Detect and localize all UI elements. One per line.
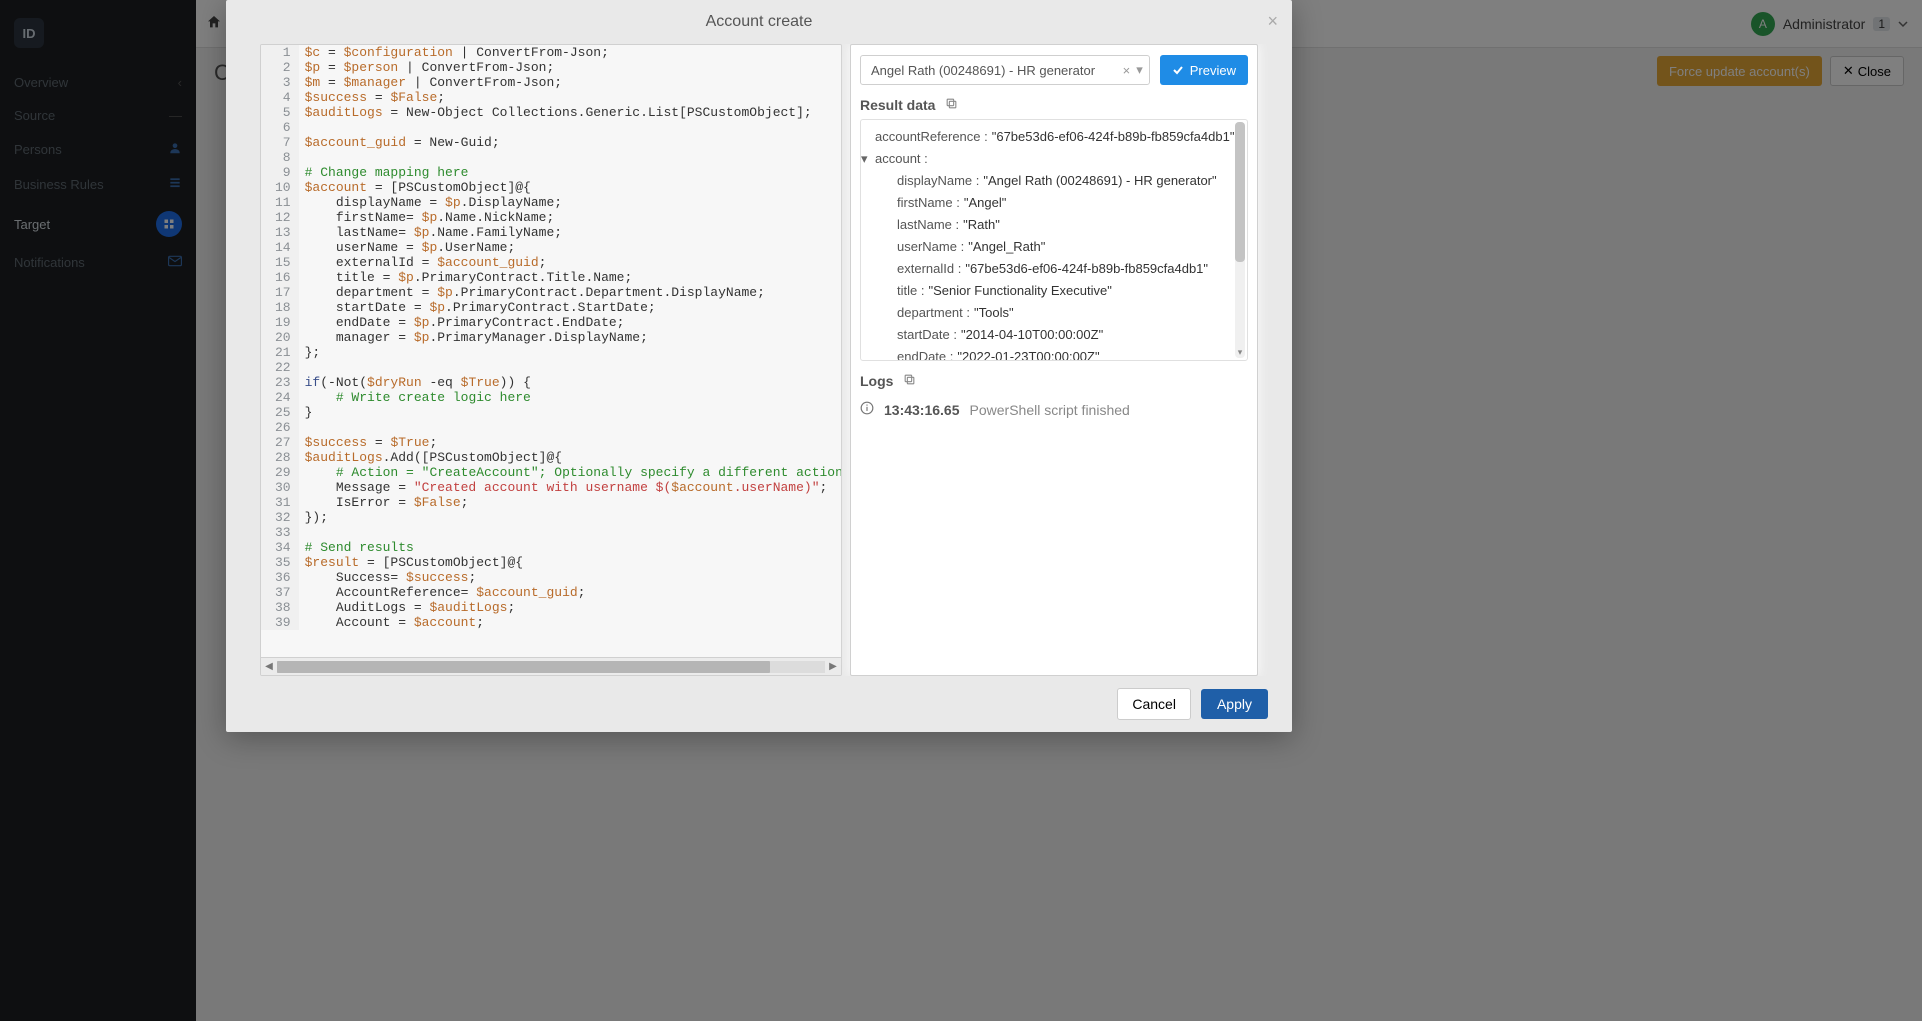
result-value: "2022-01-23T00:00:00Z" xyxy=(957,347,1099,361)
result-key: account : xyxy=(875,149,928,169)
result-data-box[interactable]: accountReference : "67be53d6-ef06-424f-b… xyxy=(860,119,1248,361)
result-value: "67be53d6-ef06-424f-b89b-fb859cfa4db1" xyxy=(992,127,1235,147)
result-row: department : "Tools" xyxy=(867,302,1243,324)
result-key: department : xyxy=(897,303,970,323)
preview-button-label: Preview xyxy=(1190,63,1236,78)
scroll-down-icon[interactable]: ▾ xyxy=(1235,347,1245,358)
copy-logs-icon[interactable] xyxy=(903,373,916,389)
result-value: "Rath" xyxy=(963,215,1000,235)
modal-footer: Cancel Apply xyxy=(226,676,1292,732)
person-select[interactable]: Angel Rath (00248691) - HR generator × ▾ xyxy=(860,55,1150,85)
scroll-left-icon[interactable]: ◀ xyxy=(261,661,277,672)
chevron-down-icon[interactable]: ▾ xyxy=(1136,62,1143,78)
caret-icon[interactable]: ▾ xyxy=(861,149,871,169)
modal-body: 1234567891011121314151617181920212223242… xyxy=(226,44,1292,676)
result-key: userName : xyxy=(897,237,964,257)
log-row: 13:43:16.65 PowerShell script finished xyxy=(860,395,1248,424)
result-value: "Angel" xyxy=(964,193,1006,213)
result-key: startDate : xyxy=(897,325,957,345)
result-key: displayName : xyxy=(897,171,979,191)
info-icon xyxy=(860,401,874,418)
result-row: lastName : "Rath" xyxy=(867,214,1243,236)
code-gutter: 1234567891011121314151617181920212223242… xyxy=(261,45,299,630)
result-row: userName : "Angel_Rath" xyxy=(867,236,1243,258)
logs-title: Logs xyxy=(860,373,893,389)
preview-panel: Angel Rath (00248691) - HR generator × ▾… xyxy=(850,44,1258,676)
result-key: endDate : xyxy=(897,347,953,361)
copy-result-icon[interactable] xyxy=(945,97,958,113)
result-row: ▾account : xyxy=(867,148,1243,170)
preview-button[interactable]: Preview xyxy=(1160,55,1248,85)
result-value: "67be53d6-ef06-424f-b89b-fb859cfa4db1" xyxy=(965,259,1208,279)
result-data-title: Result data xyxy=(860,97,935,113)
modal-close-button[interactable]: × xyxy=(1267,12,1278,30)
result-key: accountReference : xyxy=(875,127,988,147)
result-key: externalId : xyxy=(897,259,961,279)
result-row: firstName : "Angel" xyxy=(867,192,1243,214)
check-icon xyxy=(1172,64,1184,76)
modal-account-create: Account create × 12345678910111213141516… xyxy=(226,0,1292,732)
result-scrollbar-thumb[interactable] xyxy=(1235,122,1245,262)
result-key: firstName : xyxy=(897,193,960,213)
code-editor[interactable]: 1234567891011121314151617181920212223242… xyxy=(260,44,842,676)
log-message: PowerShell script finished xyxy=(970,402,1130,418)
apply-button[interactable]: Apply xyxy=(1201,689,1268,719)
result-row: endDate : "2022-01-23T00:00:00Z" xyxy=(867,346,1243,361)
result-value: "Angel Rath (00248691) - HR generator" xyxy=(983,171,1216,191)
modal-header: Account create × xyxy=(226,0,1292,44)
modal-title: Account create xyxy=(706,13,813,31)
scrollbar-thumb[interactable] xyxy=(277,661,770,673)
result-value: "Senior Functionality Executive" xyxy=(928,281,1111,301)
result-key: title : xyxy=(897,281,924,301)
clear-icon[interactable]: × xyxy=(1123,63,1131,78)
scroll-right-icon[interactable]: ▶ xyxy=(825,661,841,672)
cancel-button[interactable]: Cancel xyxy=(1117,688,1191,720)
result-scrollbar[interactable]: ▾ xyxy=(1235,122,1245,358)
result-row: displayName : "Angel Rath (00248691) - H… xyxy=(867,170,1243,192)
result-value: "Tools" xyxy=(974,303,1014,323)
result-key: lastName : xyxy=(897,215,959,235)
logs-box: 13:43:16.65 PowerShell script finished xyxy=(860,395,1248,424)
result-row: externalId : "67be53d6-ef06-424f-b89b-fb… xyxy=(867,258,1243,280)
result-row: startDate : "2014-04-10T00:00:00Z" xyxy=(867,324,1243,346)
result-row: accountReference : "67be53d6-ef06-424f-b… xyxy=(867,126,1243,148)
horizontal-scrollbar[interactable]: ◀ ▶ xyxy=(261,657,841,675)
result-value: "Angel_Rath" xyxy=(968,237,1045,257)
result-value: "2014-04-10T00:00:00Z" xyxy=(961,325,1103,345)
code-text[interactable]: $c = $configuration | ConvertFrom-Json;$… xyxy=(299,45,841,630)
log-time: 13:43:16.65 xyxy=(884,402,960,418)
person-select-label: Angel Rath (00248691) - HR generator xyxy=(871,63,1095,78)
result-row: title : "Senior Functionality Executive" xyxy=(867,280,1243,302)
